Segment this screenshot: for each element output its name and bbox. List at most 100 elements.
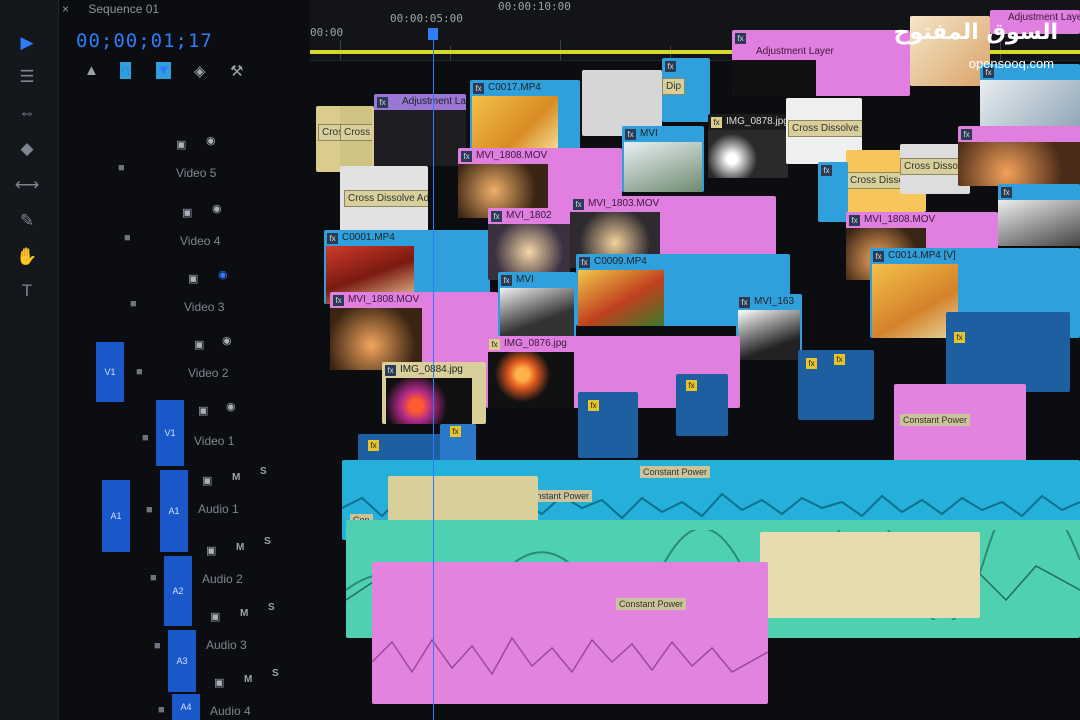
audio-clip[interactable]: fx	[676, 374, 728, 436]
playhead-line[interactable]	[433, 40, 434, 720]
ruler-label: 00:00:05:00	[390, 12, 463, 25]
video-clip[interactable]: fx IMG_0878.jpg	[708, 114, 788, 178]
toggle-sync-lock-icon[interactable]: ▣	[176, 138, 186, 151]
fx-badge: fx	[579, 257, 590, 268]
toggle-sync-lock-icon[interactable]: ▣	[194, 338, 204, 351]
eye-icon[interactable]: ◉	[206, 134, 216, 147]
transition-dip[interactable]: Dip	[662, 78, 686, 95]
video-clip[interactable]: fx MVI_1802	[488, 208, 570, 280]
clip-label: Adjustment Lay	[402, 96, 466, 107]
toggle-sync-lock-icon[interactable]: ▣	[206, 544, 216, 557]
clip-thumbnail	[958, 142, 1080, 186]
slip-tool-icon[interactable]: ⟷	[14, 174, 40, 196]
video-clip[interactable]: fx	[980, 64, 1080, 134]
sequence-tab[interactable]: × Sequence 01	[62, 2, 159, 16]
lock-icon[interactable]: ■	[136, 366, 143, 378]
video-clip[interactable]: fx	[998, 184, 1080, 246]
video-clip[interactable]: fx MVI_1808.MOV	[330, 292, 498, 370]
transition-cross-d[interactable]: Cross D	[340, 124, 372, 141]
video-clip[interactable]: Cross Dissolve Add	[340, 166, 428, 236]
audio-clip[interactable]	[760, 532, 980, 618]
crossfade-label[interactable]: Constant Power	[640, 466, 711, 478]
solo-button[interactable]: S	[260, 466, 267, 477]
lock-icon[interactable]: ■	[154, 640, 161, 652]
lock-icon[interactable]: ■	[146, 504, 153, 516]
crossfade-label[interactable]: Constant Power	[616, 598, 687, 610]
selection-tool-icon[interactable]: ▶	[14, 32, 40, 54]
video-clip[interactable]: fx MVI	[622, 126, 704, 192]
toggle-sync-lock-icon[interactable]: ▣	[210, 610, 220, 623]
audio-clip[interactable]: Constant Power	[894, 384, 1026, 464]
mute-button[interactable]: M	[232, 472, 240, 483]
fx-badge: fx	[821, 165, 832, 176]
track-select-tool-icon[interactable]: ☰	[14, 66, 40, 88]
fx-badge: fx	[1001, 187, 1012, 198]
video-clip[interactable]: fx Dip	[662, 58, 710, 122]
eye-icon[interactable]: ◉	[218, 268, 228, 281]
video-clip[interactable]: fx	[818, 162, 848, 222]
lock-icon[interactable]: ■	[158, 704, 165, 716]
audio-clip[interactable]: fx	[946, 312, 1070, 392]
video-clip[interactable]: fx	[958, 126, 1080, 186]
adjustment-layer-clip[interactable]: fx Adjustment Lay	[374, 94, 466, 166]
track-target-v1[interactable]: V1	[156, 400, 184, 466]
nest-toggle-icon[interactable]: ▲	[84, 62, 99, 79]
fx-badge: fx	[573, 199, 584, 210]
audio-clip-a3[interactable]: Constant Power	[372, 562, 768, 704]
lock-icon[interactable]: ■	[118, 162, 125, 174]
clip-label: MVI_1808.MOV	[864, 214, 936, 225]
track-target-a2[interactable]: A2	[164, 556, 192, 626]
ruler-label: 00:00:10:00	[498, 0, 571, 13]
video-clip[interactable]: fx MVI	[498, 272, 576, 342]
track-target-a1[interactable]: A1	[160, 470, 188, 552]
video-clip[interactable]: fx IMG_0884.jpg	[382, 362, 486, 424]
opensooq-logo-arabic: السوق المفتوح	[893, 20, 1058, 45]
playhead-timecode[interactable]: 00;00;01;17	[76, 30, 213, 52]
eye-icon[interactable]: ◉	[212, 202, 222, 215]
source-patch-v1[interactable]: V1	[96, 342, 124, 402]
snap-icon[interactable]: ∩	[120, 62, 131, 79]
toggle-sync-lock-icon[interactable]: ▣	[182, 206, 192, 219]
transition-cross-dissolve-add[interactable]: Cross Dissolve Add	[344, 190, 428, 207]
toggle-sync-lock-icon[interactable]: ▣	[202, 474, 212, 487]
linked-selection-icon[interactable]: ▼	[156, 62, 171, 79]
solo-button[interactable]: S	[268, 602, 275, 613]
pen-tool-icon[interactable]: ✎	[14, 210, 40, 232]
mute-button[interactable]: M	[236, 542, 244, 553]
hand-tool-icon[interactable]: ✋	[14, 246, 40, 268]
solo-button[interactable]: S	[264, 536, 271, 547]
razor-tool-icon[interactable]: ◆	[14, 138, 40, 160]
fx-badge: fx	[849, 215, 860, 226]
mute-button[interactable]: M	[240, 608, 248, 619]
eye-icon[interactable]: ◉	[222, 334, 232, 347]
lock-icon[interactable]: ■	[124, 232, 131, 244]
crossfade-label[interactable]: Constant Power	[900, 414, 971, 426]
transition-cross-dissolve[interactable]: Cross Dissolve	[788, 120, 862, 137]
close-icon[interactable]: ×	[62, 2, 69, 16]
add-marker-icon[interactable]: ◈	[194, 62, 206, 80]
solo-button[interactable]: S	[272, 668, 279, 679]
toggle-sync-lock-icon[interactable]: ▣	[214, 676, 224, 689]
audio-clip[interactable]: fx	[578, 392, 638, 458]
lock-icon[interactable]: ■	[130, 298, 137, 310]
video-clip[interactable]: fx MVI_163	[736, 294, 802, 360]
wrench-icon[interactable]: ⚒	[230, 62, 243, 80]
mute-button[interactable]: M	[244, 674, 252, 685]
track-target-a3[interactable]: A3	[168, 630, 196, 692]
source-patch-a1[interactable]: A1	[102, 480, 130, 552]
ripple-edit-tool-icon[interactable]: ⇔	[14, 102, 40, 124]
lock-icon[interactable]: ■	[150, 572, 157, 584]
lock-icon[interactable]: ■	[142, 432, 149, 444]
adjustment-layer-clip[interactable]: fx Adjustment Layer	[732, 30, 910, 96]
video-clip[interactable]: Cross D	[340, 106, 372, 172]
opensooq-logo-latin: opensooq.com	[968, 56, 1054, 71]
eye-icon[interactable]: ◉	[226, 400, 236, 413]
type-tool-icon[interactable]: T	[14, 280, 40, 302]
track-target-a4[interactable]: A4	[172, 694, 200, 720]
audio-clip[interactable]: fx fx	[798, 350, 874, 420]
video-clip[interactable]: fx C0017.MP4	[470, 80, 580, 154]
playhead-handle[interactable]	[428, 28, 438, 40]
toggle-sync-lock-icon[interactable]: ▣	[198, 404, 208, 417]
clip-label: MVI_1802	[506, 210, 552, 221]
toggle-sync-lock-icon[interactable]: ▣	[188, 272, 198, 285]
